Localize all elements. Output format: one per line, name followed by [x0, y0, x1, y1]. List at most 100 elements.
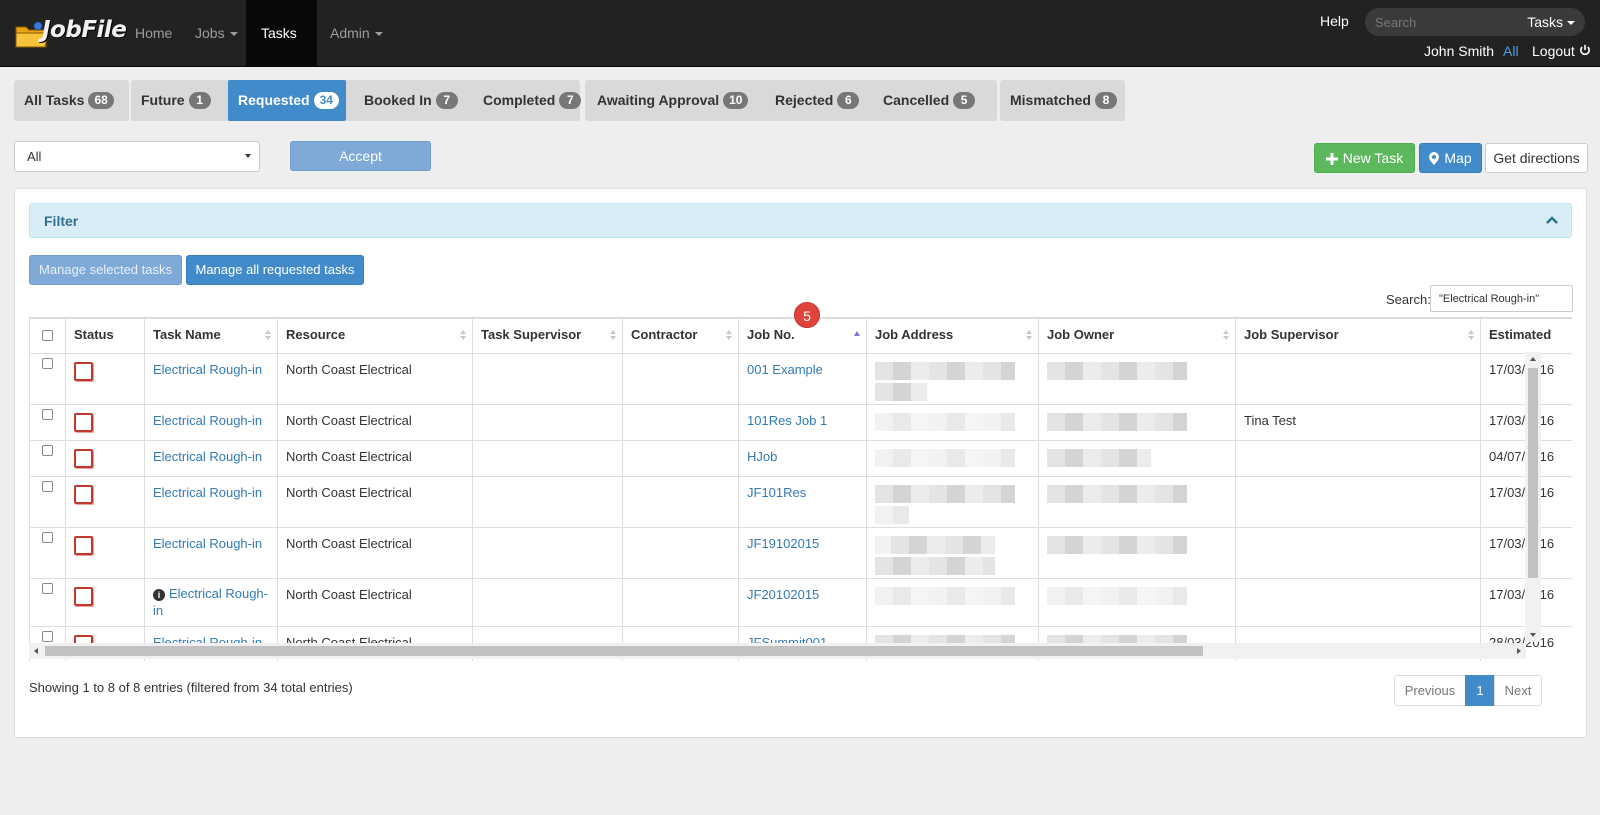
- task-supervisor-cell: [472, 527, 623, 579]
- task-link[interactable]: Electrical Rough-in: [153, 362, 262, 377]
- previous-page-button[interactable]: Previous: [1394, 675, 1466, 706]
- row-checkbox[interactable]: [42, 445, 53, 456]
- tab-completed[interactable]: Completed 7: [473, 80, 582, 121]
- tab-future[interactable]: Future 1: [131, 80, 226, 121]
- job-link[interactable]: HJob: [747, 449, 777, 464]
- bulk-action-select[interactable]: All: [14, 141, 260, 172]
- all-link[interactable]: All: [1503, 43, 1519, 59]
- task-link[interactable]: Electrical Rough-in: [153, 536, 262, 551]
- col-job-owner[interactable]: Job Owner: [1038, 318, 1236, 354]
- new-task-button[interactable]: New Task: [1314, 143, 1415, 173]
- status-cell: [65, 353, 145, 405]
- filter-header[interactable]: Filter: [29, 203, 1572, 238]
- sort-icon: [610, 330, 616, 340]
- map-button[interactable]: Map: [1419, 143, 1482, 173]
- horizontal-scrollbar[interactable]: [29, 643, 1526, 659]
- scroll-thumb[interactable]: [1528, 368, 1538, 578]
- col-contractor[interactable]: Contractor: [622, 318, 739, 354]
- tab-awaiting-approval[interactable]: Awaiting Approval 10: [587, 80, 761, 121]
- jobfile-logo[interactable]: JobFile: [14, 9, 127, 53]
- status-indicator[interactable]: [74, 362, 93, 381]
- scroll-left-icon[interactable]: [34, 648, 38, 654]
- page-1-button[interactable]: 1: [1465, 675, 1495, 706]
- row-checkbox[interactable]: [42, 631, 53, 642]
- tab-rejected[interactable]: Rejected 6: [765, 80, 871, 121]
- redacted-address: [875, 485, 1015, 503]
- row-checkbox-cell: [29, 353, 66, 405]
- scroll-thumb[interactable]: [45, 646, 1203, 656]
- task-supervisor-cell: [472, 404, 623, 441]
- col-status[interactable]: Status: [65, 318, 145, 354]
- table-row[interactable]: i Electrical Rough-in North Coast Electri…: [29, 578, 1572, 627]
- col-task-supervisor[interactable]: Task Supervisor: [472, 318, 623, 354]
- accept-button[interactable]: Accept: [290, 141, 431, 171]
- job-link[interactable]: JF20102015: [747, 587, 819, 602]
- table-search-input[interactable]: [1430, 285, 1573, 312]
- get-directions-button[interactable]: Get directions: [1485, 143, 1588, 173]
- table-row[interactable]: Electrical Rough-in North Coast Electric…: [29, 527, 1572, 579]
- tab-cancelled[interactable]: Cancelled 5: [873, 80, 993, 121]
- manage-selected-tasks-button[interactable]: Manage selected tasks: [29, 255, 182, 285]
- nav-home[interactable]: Home: [120, 0, 187, 67]
- task-link[interactable]: Electrical Rough-in: [153, 485, 262, 500]
- row-checkbox[interactable]: [42, 481, 53, 492]
- top-navbar: JobFile Home Jobs Tasks Admin Help Tasks…: [0, 0, 1600, 104]
- job-link[interactable]: JF101Res: [747, 485, 806, 500]
- table-row[interactable]: Electrical Rough-in North Coast Electric…: [29, 353, 1572, 405]
- scroll-up-icon[interactable]: [1530, 357, 1536, 361]
- row-checkbox[interactable]: [42, 532, 53, 543]
- scroll-right-icon[interactable]: [1517, 648, 1521, 654]
- logout-link[interactable]: Logout: [1532, 43, 1591, 59]
- nav-tasks[interactable]: Tasks: [246, 0, 317, 104]
- power-icon: [1579, 44, 1590, 56]
- status-indicator[interactable]: [74, 485, 93, 504]
- step-marker: 5: [794, 302, 820, 328]
- select-all-checkbox[interactable]: [42, 330, 53, 341]
- col-job-supervisor[interactable]: Job Supervisor: [1235, 318, 1481, 354]
- user-name[interactable]: John Smith: [1424, 43, 1494, 59]
- scroll-down-icon[interactable]: [1530, 633, 1536, 637]
- help-link[interactable]: Help: [1320, 13, 1349, 29]
- nav-admin[interactable]: Admin: [315, 0, 398, 67]
- info-icon[interactable]: i: [153, 589, 165, 601]
- row-checkbox[interactable]: [42, 583, 53, 594]
- table-row[interactable]: Electrical Rough-in North Coast Electric…: [29, 404, 1572, 441]
- tab-mismatched[interactable]: Mismatched 8: [1000, 80, 1125, 121]
- col-resource[interactable]: Resource: [277, 318, 473, 354]
- row-checkbox[interactable]: [42, 358, 53, 369]
- job-link[interactable]: 001 Example: [747, 362, 823, 377]
- redacted-owner: [1047, 413, 1187, 431]
- global-search-input[interactable]: [1365, 8, 1515, 36]
- table-row[interactable]: Electrical Rough-in North Coast Electric…: [29, 440, 1572, 477]
- status-indicator[interactable]: [74, 413, 93, 432]
- tab-requested[interactable]: Requested 34: [228, 80, 346, 121]
- task-supervisor-cell: [472, 476, 623, 528]
- task-link[interactable]: Electrical Rough-in: [153, 413, 262, 428]
- job-supervisor-cell: [1235, 440, 1481, 477]
- table-row[interactable]: Electrical Rough-in North Coast Electric…: [29, 476, 1572, 528]
- select-arrow-icon: [245, 154, 251, 158]
- job-owner-cell: [1038, 578, 1236, 627]
- col-estimated[interactable]: Estimated: [1480, 318, 1572, 354]
- row-checkbox[interactable]: [42, 409, 53, 420]
- status-indicator[interactable]: [74, 449, 93, 468]
- chevron-up-icon[interactable]: [1545, 213, 1559, 227]
- next-page-button[interactable]: Next: [1494, 675, 1542, 706]
- manage-all-requested-tasks-button[interactable]: Manage all requested tasks: [186, 255, 364, 285]
- vertical-scrollbar[interactable]: [1525, 352, 1541, 642]
- nav-jobs[interactable]: Jobs: [180, 0, 253, 67]
- job-link[interactable]: 101Res Job 1: [747, 413, 827, 428]
- col-job-address[interactable]: Job Address: [866, 318, 1039, 354]
- status-indicator[interactable]: [74, 587, 93, 606]
- job-no-cell: HJob: [738, 440, 867, 477]
- col-task-name[interactable]: Task Name: [144, 318, 278, 354]
- task-link[interactable]: Electrical Rough-in: [153, 449, 262, 464]
- tab-booked-in[interactable]: Booked In 7: [354, 80, 466, 121]
- tab-all-tasks[interactable]: All Tasks 68: [14, 80, 129, 121]
- task-name-cell: Electrical Rough-in: [144, 440, 278, 477]
- status-indicator[interactable]: [74, 536, 93, 555]
- job-link[interactable]: JF19102015: [747, 536, 819, 551]
- search-scope-dropdown[interactable]: Tasks: [1527, 14, 1575, 30]
- task-link[interactable]: Electrical Rough-in: [153, 586, 268, 618]
- task-supervisor-cell: [472, 440, 623, 477]
